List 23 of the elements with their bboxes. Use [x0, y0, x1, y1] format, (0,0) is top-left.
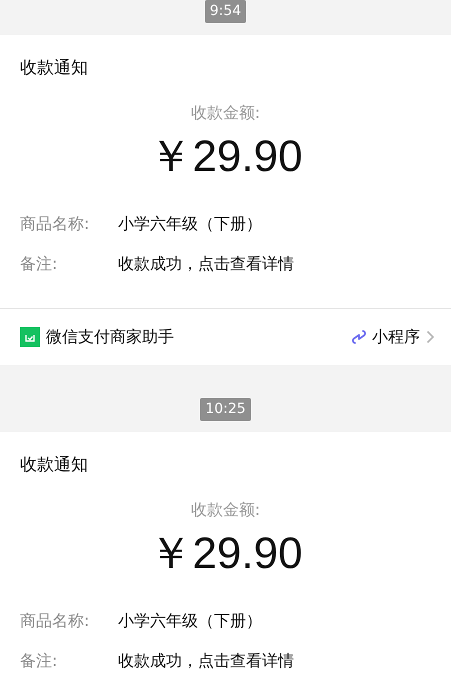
timestamp: 9:54	[204, 0, 246, 23]
timestamp: 10:25	[200, 398, 251, 421]
field-label: 商品名称:	[20, 610, 90, 632]
payment-logo-icon	[20, 327, 40, 347]
card-title: 收款通知	[20, 57, 89, 80]
field-value: 小学六年级（下册）	[118, 610, 262, 632]
field-label: 备注:	[20, 253, 58, 275]
chevron-right-icon	[426, 330, 435, 344]
amount: ￥29.90	[147, 131, 304, 183]
notification-card[interactable]: 收款通知 收款金额: ￥29.90 商品名称: 小学六年级（下册） 备注: 收款成功，点击查看详情 微信支付商家助手 小程序	[0, 35, 451, 365]
amount-label: 收款金额:	[190, 499, 262, 521]
mini-program-link[interactable]: 小程序	[372, 326, 420, 348]
amount-label: 收款金额:	[190, 102, 262, 124]
amount: ￥29.90	[147, 528, 304, 580]
card-title: 收款通知	[20, 454, 89, 477]
field-value: 收款成功，点击查看详情	[118, 650, 294, 672]
link-icon	[352, 329, 366, 345]
field-value: 收款成功，点击查看详情	[118, 253, 294, 275]
field-value: 小学六年级（下册）	[118, 213, 262, 235]
notification-card[interactable]: 收款通知 收款金额: ￥29.90 商品名称: 小学六年级（下册） 备注: 收款成功，点击查看详情	[0, 432, 451, 674]
source-name: 微信支付商家助手	[46, 326, 175, 348]
field-label: 商品名称:	[20, 213, 90, 235]
field-label: 备注:	[20, 650, 58, 672]
